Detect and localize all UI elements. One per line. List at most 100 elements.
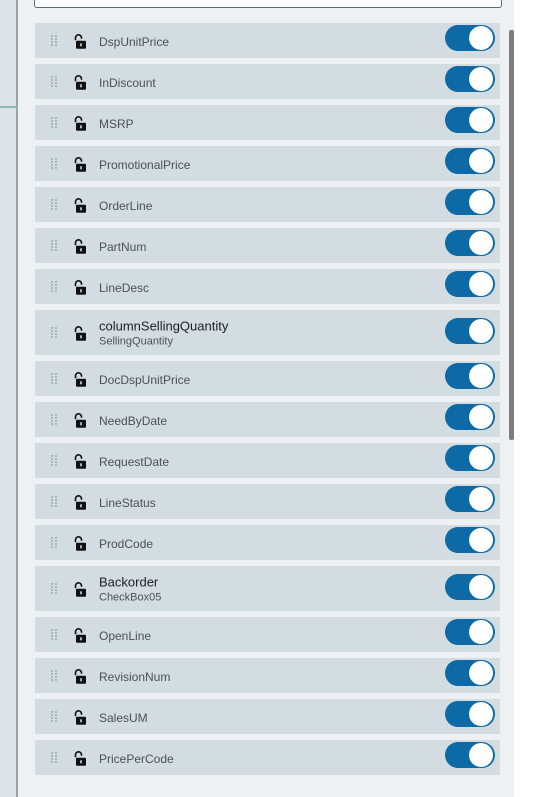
column-row-NeedByDate[interactable]: NeedByDate (35, 402, 500, 437)
unlocked-padlock-icon[interactable] (73, 33, 87, 49)
column-row-PricePerCode[interactable]: PricePerCode (35, 740, 500, 775)
visibility-toggle[interactable] (445, 318, 495, 344)
background-page-edge (0, 0, 18, 797)
visibility-toggle[interactable] (445, 66, 495, 92)
column-label-group: RequestDate (99, 455, 169, 469)
column-label: RevisionNum (99, 669, 171, 684)
unlocked-padlock-icon[interactable] (73, 371, 87, 387)
visibility-toggle[interactable] (445, 271, 495, 297)
visibility-toggle[interactable] (445, 660, 495, 686)
column-label-group: PartNum (99, 240, 146, 254)
unlocked-padlock-icon[interactable] (73, 581, 87, 597)
column-label: OpenLine (99, 628, 152, 643)
column-row-OpenLine[interactable]: OpenLine (35, 617, 500, 652)
column-row-RequestDate[interactable]: RequestDate (35, 443, 500, 478)
unlocked-padlock-icon[interactable] (73, 535, 87, 551)
column-chooser-panel: DspUnitPrice InDiscount MSRP Promotional… (18, 0, 514, 797)
unlocked-padlock-icon[interactable] (73, 156, 87, 172)
column-label-group: MSRP (99, 117, 134, 131)
unlocked-padlock-icon[interactable] (73, 412, 87, 428)
column-row-ProdCode[interactable]: ProdCode (35, 525, 500, 560)
column-label: columnSellingQuantity (99, 318, 229, 333)
drag-handle-icon[interactable] (51, 628, 59, 640)
visibility-toggle[interactable] (445, 404, 495, 430)
drag-handle-icon[interactable] (51, 413, 59, 425)
visibility-toggle[interactable] (445, 363, 495, 389)
column-sublabel: SellingQuantity (99, 335, 173, 347)
column-label-group: OrderLine (99, 199, 152, 213)
toggle-knob (469, 67, 493, 91)
drag-handle-icon[interactable] (51, 454, 59, 466)
background-divider (0, 106, 18, 108)
unlocked-padlock-icon[interactable] (73, 709, 87, 725)
unlocked-padlock-icon[interactable] (73, 627, 87, 643)
drag-handle-icon[interactable] (51, 75, 59, 87)
unlocked-padlock-icon[interactable] (73, 238, 87, 254)
column-row-PromotionalPrice[interactable]: PromotionalPrice (35, 146, 500, 181)
unlocked-padlock-icon[interactable] (73, 750, 87, 766)
visibility-toggle[interactable] (445, 742, 495, 768)
column-label: Backorder (99, 574, 159, 589)
column-sublabel: CheckBox05 (99, 591, 162, 603)
drag-handle-icon[interactable] (51, 372, 59, 384)
drag-handle-icon[interactable] (51, 239, 59, 251)
column-label-group: LineDesc (99, 281, 149, 295)
visibility-toggle[interactable] (445, 107, 495, 133)
visibility-toggle[interactable] (445, 25, 495, 51)
column-label: PartNum (99, 239, 147, 254)
column-row-PartNum[interactable]: PartNum (35, 228, 500, 263)
column-row-InDiscount[interactable]: InDiscount (35, 64, 500, 99)
panel-margin (514, 0, 542, 797)
drag-handle-icon[interactable] (51, 116, 59, 128)
column-label-group: InDiscount (99, 76, 156, 90)
unlocked-padlock-icon[interactable] (73, 197, 87, 213)
unlocked-padlock-icon[interactable] (73, 453, 87, 469)
column-label: DspUnitPrice (99, 34, 170, 49)
column-row-LineStatus[interactable]: LineStatus (35, 484, 500, 519)
unlocked-padlock-icon[interactable] (73, 74, 87, 90)
visibility-toggle[interactable] (445, 148, 495, 174)
visibility-toggle[interactable] (445, 445, 495, 471)
column-label-group: Backorder CheckBox05 (99, 574, 161, 603)
drag-handle-icon[interactable] (51, 198, 59, 210)
column-label: SalesUM (99, 710, 148, 725)
column-row-LineDesc[interactable]: LineDesc (35, 269, 500, 304)
column-row-OrderLine[interactable]: OrderLine (35, 187, 500, 222)
column-row-DocDspUnitPrice[interactable]: DocDspUnitPrice (35, 361, 500, 396)
visibility-toggle[interactable] (445, 619, 495, 645)
visibility-toggle[interactable] (445, 189, 495, 215)
visibility-toggle[interactable] (445, 574, 495, 600)
drag-handle-icon[interactable] (51, 582, 59, 594)
unlocked-padlock-icon[interactable] (73, 279, 87, 295)
toggle-knob (469, 446, 493, 470)
drag-handle-icon[interactable] (51, 495, 59, 507)
drag-handle-icon[interactable] (51, 751, 59, 763)
column-label: DocDspUnitPrice (99, 372, 191, 387)
column-row-Backorder[interactable]: Backorder CheckBox05 (35, 566, 500, 611)
drag-handle-icon[interactable] (51, 536, 59, 548)
drag-handle-icon[interactable] (51, 280, 59, 292)
unlocked-padlock-icon[interactable] (73, 325, 87, 341)
visibility-toggle[interactable] (445, 701, 495, 727)
unlocked-padlock-icon[interactable] (73, 494, 87, 510)
search-input[interactable] (34, 0, 502, 8)
column-row-MSRP[interactable]: MSRP (35, 105, 500, 140)
column-label: InDiscount (99, 75, 156, 90)
visibility-toggle[interactable] (445, 486, 495, 512)
column-row-RevisionNum[interactable]: RevisionNum (35, 658, 500, 693)
toggle-knob (469, 528, 493, 552)
visibility-toggle[interactable] (445, 230, 495, 256)
drag-handle-icon[interactable] (51, 710, 59, 722)
column-row-columnSellingQuantity[interactable]: columnSellingQuantity SellingQuantity (35, 310, 500, 355)
drag-handle-icon[interactable] (51, 34, 59, 46)
column-row-SalesUM[interactable]: SalesUM (35, 699, 500, 734)
toggle-knob (469, 108, 493, 132)
visibility-toggle[interactable] (445, 527, 495, 553)
drag-handle-icon[interactable] (51, 326, 59, 338)
unlocked-padlock-icon[interactable] (73, 115, 87, 131)
column-label-group: columnSellingQuantity SellingQuantity (99, 318, 228, 347)
column-row-DspUnitPrice[interactable]: DspUnitPrice (35, 23, 500, 58)
drag-handle-icon[interactable] (51, 669, 59, 681)
drag-handle-icon[interactable] (51, 157, 59, 169)
unlocked-padlock-icon[interactable] (73, 668, 87, 684)
